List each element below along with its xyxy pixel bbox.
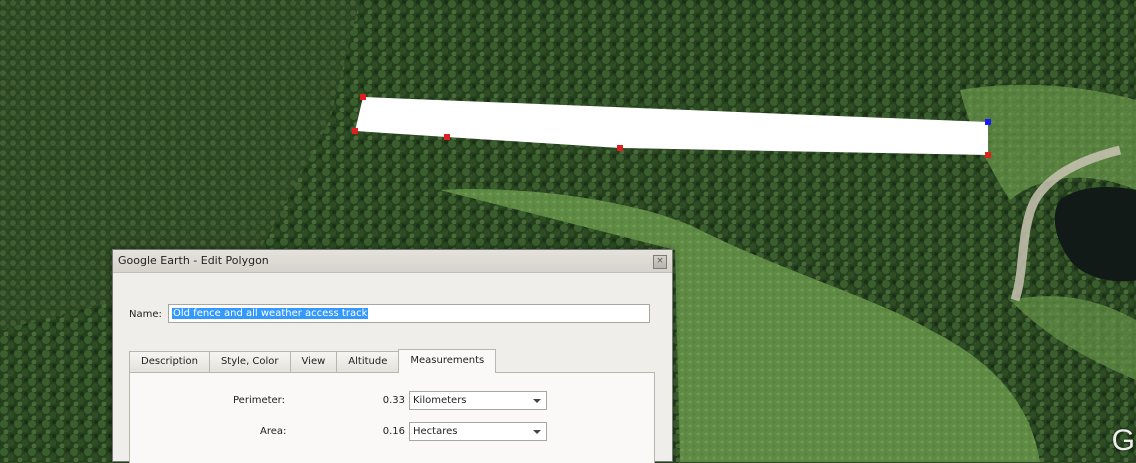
tab-style-color[interactable]: Style, Color bbox=[208, 351, 291, 372]
name-field[interactable]: Old fence and all weather access track bbox=[168, 304, 650, 323]
perimeter-unit-select[interactable]: Kilometers bbox=[409, 391, 547, 410]
tab-bar: Description Style, Color View Altitude M… bbox=[129, 349, 497, 373]
chevron-down-icon bbox=[533, 399, 541, 403]
area-unit: Hectares bbox=[413, 426, 458, 437]
perimeter-value: 0.33 bbox=[382, 395, 405, 406]
tab-measurements[interactable]: Measurements bbox=[398, 349, 497, 373]
measurements-panel: Perimeter: 0.33 Kilometers Area: 0.16 He… bbox=[129, 372, 655, 463]
vertex-handle-selected bbox=[985, 119, 991, 125]
area-value: 0.16 bbox=[382, 426, 405, 437]
edit-polygon-dialog: Google Earth - Edit Polygon × Name: Old … bbox=[112, 249, 673, 463]
close-icon[interactable]: × bbox=[653, 255, 667, 269]
vertex-handle bbox=[352, 128, 358, 134]
tab-description[interactable]: Description bbox=[129, 351, 210, 372]
name-label: Name: bbox=[129, 309, 162, 320]
perimeter-label: Perimeter: bbox=[233, 395, 285, 406]
name-field-value: Old fence and all weather access track bbox=[172, 308, 369, 319]
vertex-handle bbox=[360, 94, 366, 100]
area-unit-select[interactable]: Hectares bbox=[409, 422, 547, 441]
vertex-handle bbox=[617, 145, 623, 151]
tab-view[interactable]: View bbox=[289, 351, 338, 372]
perimeter-unit: Kilometers bbox=[413, 395, 467, 406]
google-logo: G bbox=[1111, 424, 1136, 457]
vertex-handle bbox=[985, 152, 991, 158]
chevron-down-icon bbox=[533, 430, 541, 434]
tab-altitude[interactable]: Altitude bbox=[336, 351, 400, 372]
vertex-handle bbox=[444, 134, 450, 140]
dialog-title: Google Earth - Edit Polygon bbox=[113, 250, 672, 273]
area-label: Area: bbox=[260, 426, 287, 437]
